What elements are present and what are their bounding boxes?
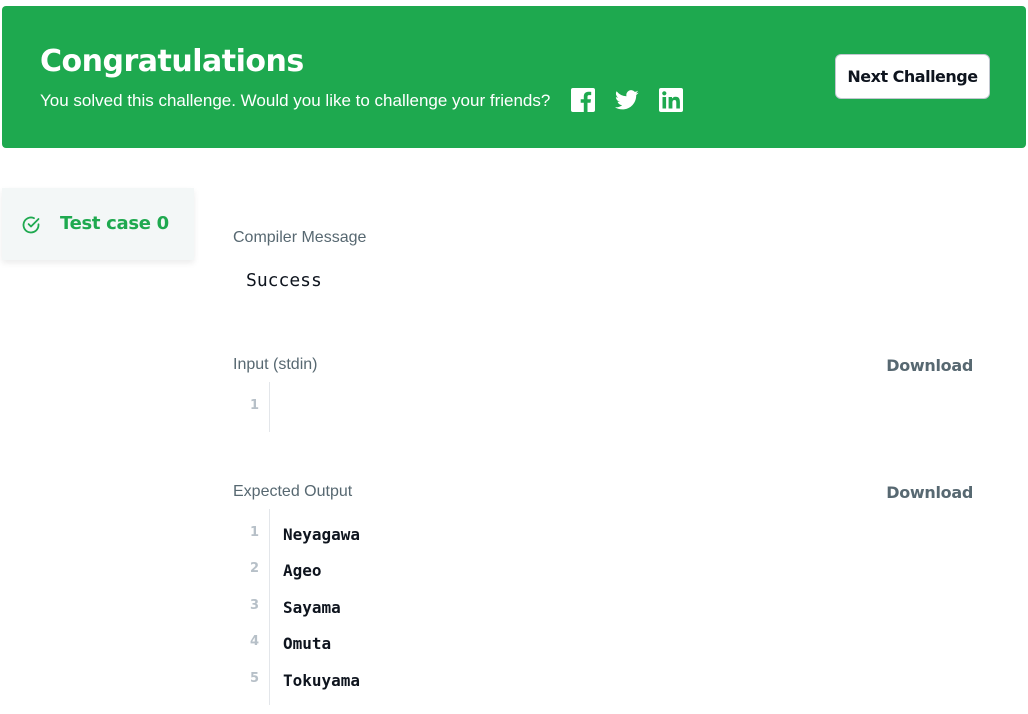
code-line: 3 Sayama [233,598,933,634]
input-label: Input (stdin) [233,356,318,373]
compiler-message-text: Success [246,270,322,291]
expected-output-label: Expected Output [233,483,353,500]
banner-subtitle: You solved this challenge. Would you lik… [40,91,551,110]
facebook-icon[interactable] [571,88,595,112]
line-number: 1 [249,525,259,540]
code-line: 5 Tokuyama [233,671,933,707]
next-challenge-button[interactable]: Next Challenge [835,54,990,99]
check-circle-icon [21,215,41,235]
line-number: 2 [249,561,259,576]
line-text: Tokuyama [283,671,361,690]
line-number: 3 [249,598,259,613]
input-download-link[interactable]: Download [886,356,973,375]
twitter-icon[interactable] [615,88,639,112]
test-case-label: Test case 0 [60,213,169,234]
banner-title: Congratulations [40,44,304,79]
line-number: 4 [249,634,259,649]
code-line: 1 Neyagawa [233,525,933,561]
line-number: 1 [249,398,259,413]
code-line: 2 Ageo [233,561,933,597]
line-text: Sayama [283,598,341,617]
tab-test-case-0[interactable]: Test case 0 [2,188,194,260]
expected-download-link[interactable]: Download [886,483,973,502]
line-text: Neyagawa [283,525,361,544]
compiler-message-label: Compiler Message [233,229,367,246]
code-line: 1 [233,398,933,434]
line-number: 5 [249,671,259,686]
linkedin-icon[interactable] [659,88,683,112]
success-banner: Congratulations You solved this challeng… [2,6,1026,148]
line-text: Ageo [283,561,322,580]
code-line: 4 Omuta [233,634,933,670]
line-text: Omuta [283,634,332,653]
